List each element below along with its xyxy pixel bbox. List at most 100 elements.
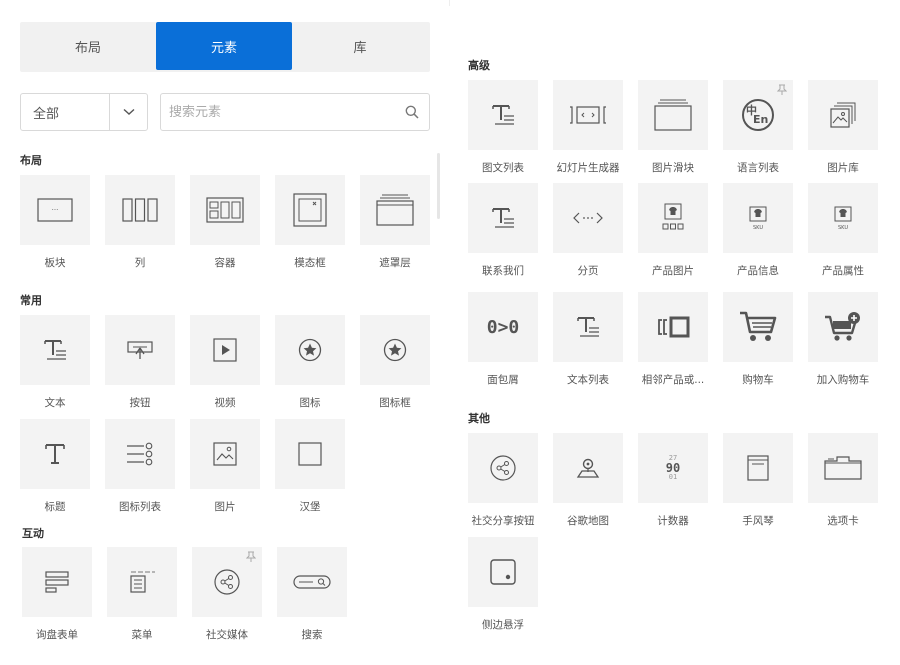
element-tile[interactable] [105, 175, 175, 245]
text-icon [492, 105, 514, 125]
element-tile[interactable] [22, 547, 92, 617]
element-pagination[interactable]: 分页 [553, 183, 623, 278]
element-side-float[interactable]: 侧边悬浮 [468, 537, 538, 632]
element-tile[interactable] [553, 183, 623, 253]
element-product-image[interactable]: 产品图片 [638, 183, 708, 278]
element-hamburger[interactable]: 汉堡 [275, 419, 345, 514]
element-image[interactable]: 图片 [190, 419, 260, 514]
element-text-list[interactable]: 文本列表 [553, 292, 623, 387]
element-tile[interactable] [808, 433, 878, 503]
element-contact-us[interactable]: 联系我们 [468, 183, 538, 278]
element-tile[interactable] [553, 292, 623, 362]
element-tile[interactable] [723, 433, 793, 503]
element-image-slider[interactable]: 图片滑块 [638, 80, 708, 175]
element-tile[interactable] [190, 175, 260, 245]
element-label: 标题 [44, 501, 66, 513]
element-tabs[interactable]: 选项卡 [808, 433, 878, 528]
element-social-share[interactable]: 社交分享按钮 [468, 433, 538, 528]
search-input[interactable] [161, 103, 395, 121]
pin-icon[interactable] [777, 84, 787, 96]
element-tile[interactable] [190, 419, 260, 489]
element-tile[interactable] [105, 419, 175, 489]
element-tile[interactable]: 中 En [723, 80, 793, 150]
element-tile[interactable]: 27 90 01 [638, 433, 708, 503]
element-image-text-list[interactable]: 图文列表 [468, 80, 538, 175]
counter-icon: 27 90 01 [666, 455, 680, 481]
element-tile[interactable] [360, 315, 430, 385]
element-label: 社交分享按钮 [471, 515, 535, 527]
element-icon[interactable]: 图标 [275, 315, 345, 410]
element-tile[interactable] [553, 80, 623, 150]
element-cart[interactable]: 购物车 [723, 292, 793, 387]
tab-elements[interactable]: 元素 [156, 22, 292, 70]
element-tile[interactable]: SKU [723, 183, 793, 253]
element-search[interactable]: 搜索 [277, 547, 347, 642]
section-title-interactive: 互动 [22, 527, 44, 540]
element-tile[interactable] [553, 433, 623, 503]
element-tile[interactable]: ··· [20, 175, 90, 245]
element-tile[interactable] [107, 547, 177, 617]
element-overlay[interactable]: 遮罩层 [360, 175, 430, 270]
element-modal[interactable]: 模态框 [275, 175, 345, 270]
element-language-list[interactable]: 中 En 语言列表 [723, 80, 793, 175]
element-heading[interactable]: 标题 [20, 419, 90, 514]
element-tile[interactable] [638, 183, 708, 253]
element-label: 图标 [299, 397, 321, 409]
element-tile[interactable] [275, 315, 345, 385]
element-accordion[interactable]: 手风琴 [723, 433, 793, 528]
element-icon-list[interactable]: 图标列表 [105, 419, 175, 514]
element-tile[interactable] [468, 537, 538, 607]
category-select[interactable]: 全部 [20, 93, 148, 131]
element-tile[interactable] [20, 419, 90, 489]
element-tile[interactable] [20, 315, 90, 385]
element-tile[interactable] [468, 433, 538, 503]
element-social-media[interactable]: 社交媒体 [192, 547, 262, 642]
element-adjacent-product[interactable]: 相邻产品或... [638, 292, 708, 387]
element-inquiry-form[interactable]: 询盘表单 [22, 547, 92, 642]
chevron-down-icon[interactable] [109, 94, 147, 130]
element-container[interactable]: 容器 [190, 175, 260, 270]
element-tile[interactable] [468, 80, 538, 150]
element-tile[interactable] [105, 315, 175, 385]
scrollbar[interactable] [437, 153, 440, 219]
element-add-to-cart[interactable]: 加入购物车 [808, 292, 878, 387]
columns-icon [122, 198, 158, 222]
element-google-map[interactable]: 谷歌地图 [553, 433, 623, 528]
element-breadcrumb[interactable]: 0>0 面包屑 [468, 292, 538, 387]
element-menu[interactable]: 菜单 [107, 547, 177, 642]
element-tile[interactable] [277, 547, 347, 617]
element-slider-builder[interactable]: 幻灯片生成器 [553, 80, 623, 175]
element-label: 文本 [44, 397, 66, 409]
element-tile[interactable] [808, 292, 878, 362]
element-tile[interactable] [638, 292, 708, 362]
element-tile[interactable] [360, 175, 430, 245]
element-label: 面包屑 [487, 374, 519, 386]
element-tile[interactable]: 0>0 [468, 292, 538, 362]
element-product-attr[interactable]: SKU 产品属性 [808, 183, 878, 278]
element-button[interactable]: 按钮 [105, 315, 175, 410]
element-tile[interactable] [192, 547, 262, 617]
element-product-info[interactable]: SKU 产品信息 [723, 183, 793, 278]
element-tile[interactable]: SKU [808, 183, 878, 253]
element-tile[interactable] [723, 292, 793, 362]
element-video[interactable]: 视频 [190, 315, 260, 410]
element-tile[interactable] [808, 80, 878, 150]
element-tile[interactable] [275, 175, 345, 245]
element-columns[interactable]: 列 [105, 175, 175, 270]
element-tile[interactable] [468, 183, 538, 253]
element-text[interactable]: 文本 [20, 315, 90, 410]
heading-icon [45, 444, 65, 464]
element-section[interactable]: ··· 板块 [20, 175, 90, 270]
element-tile[interactable] [275, 419, 345, 489]
element-tile[interactable] [638, 80, 708, 150]
product-info-icon: SKU [748, 206, 768, 231]
tab-layout[interactable]: 布局 [20, 22, 156, 70]
search-icon[interactable] [395, 105, 429, 119]
tab-library[interactable]: 库 [292, 22, 428, 70]
element-counter[interactable]: 27 90 01 计数器 [638, 433, 708, 528]
element-icon-box[interactable]: 图标框 [360, 315, 430, 410]
text-icon [492, 208, 514, 228]
element-tile[interactable] [190, 315, 260, 385]
element-gallery[interactable]: 图片库 [808, 80, 878, 175]
pin-icon[interactable] [246, 551, 256, 563]
